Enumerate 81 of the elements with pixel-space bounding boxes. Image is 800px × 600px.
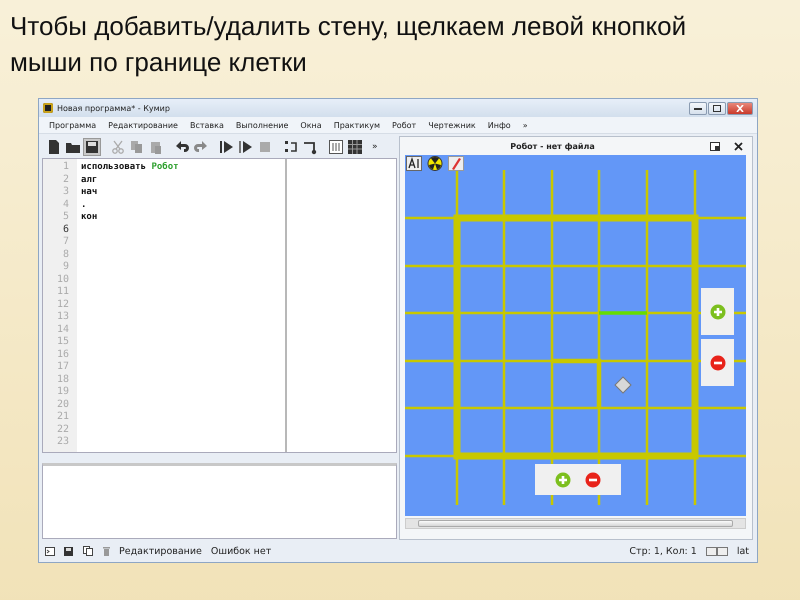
minus-icon xyxy=(710,354,726,370)
line-number: 10 xyxy=(56,274,70,286)
mode-status: Редактирование xyxy=(119,546,202,556)
close-button[interactable] xyxy=(727,102,753,114)
line-number: 13 xyxy=(56,311,70,324)
line-number: 14 xyxy=(56,324,70,336)
more-button[interactable]: » xyxy=(372,142,378,152)
step-icon[interactable] xyxy=(238,139,254,155)
line-number: 5 xyxy=(62,211,70,224)
menu-item[interactable]: Окна xyxy=(294,120,328,130)
keyboard-layout: lat xyxy=(736,546,749,556)
menu-item[interactable]: Выполнение xyxy=(230,120,294,130)
code-line: кон xyxy=(81,212,98,222)
copy-icon[interactable] xyxy=(83,546,94,556)
close-icon xyxy=(736,104,744,112)
minimize-button[interactable] xyxy=(689,102,707,114)
save-icon[interactable] xyxy=(84,139,100,155)
code-editor[interactable]: 1 2 3 4 5 6 7 8 9 10 11 12 13 14 15 16 17 18 19 20 21 22 23 использовать Робот алг нач . кон xyxy=(42,158,397,453)
menu-item[interactable]: Вставка xyxy=(184,120,230,130)
window-title: Новая программа* - Кумир xyxy=(57,104,171,112)
close-icon[interactable] xyxy=(734,142,743,150)
line-number: 15 xyxy=(56,336,70,348)
line-number: 3 xyxy=(62,186,70,198)
horizontal-scrollbar[interactable] xyxy=(405,518,746,529)
plus-icon xyxy=(555,472,571,488)
line-number: 17 xyxy=(56,361,70,374)
remove-row-button[interactable] xyxy=(585,472,601,488)
menu-item[interactable]: Практикум xyxy=(328,120,386,130)
keyboard-icon xyxy=(706,546,728,556)
line-number: 11 xyxy=(56,286,70,298)
line-number: 21 xyxy=(56,411,70,424)
menu-item[interactable]: » xyxy=(516,120,534,130)
menu-item[interactable]: Робот xyxy=(386,120,422,130)
pencil-icon[interactable] xyxy=(448,156,464,171)
radiation-icon[interactable] xyxy=(427,156,443,171)
terminal-icon[interactable] xyxy=(45,546,55,556)
line-number: 18 xyxy=(56,374,70,386)
line-number: 19 xyxy=(56,386,70,398)
code-line: алг xyxy=(81,174,98,184)
menu-item[interactable]: Программа xyxy=(43,120,102,130)
maximize-button[interactable] xyxy=(708,102,726,114)
errors-status: Ошибок нет xyxy=(210,546,272,556)
undo-icon[interactable] xyxy=(174,139,190,155)
line-number: 4 xyxy=(62,198,70,211)
line-number: 8 xyxy=(62,248,70,261)
step-into-icon[interactable] xyxy=(302,139,318,155)
play-icon[interactable] xyxy=(219,139,235,155)
robot-icon[interactable] xyxy=(614,376,632,394)
minimize-icon xyxy=(694,106,702,110)
menu-item[interactable]: Редактирование xyxy=(102,120,184,130)
new-file-icon[interactable] xyxy=(46,139,62,155)
maximize-icon xyxy=(713,104,721,112)
line-number: 23 xyxy=(56,436,70,448)
line-number: 16 xyxy=(56,348,70,361)
text-icon-button[interactable] xyxy=(406,156,422,171)
minus-icon xyxy=(585,472,601,488)
plus-icon xyxy=(710,304,726,320)
panel-title: Робот - нет файла xyxy=(509,142,596,150)
line-number: 20 xyxy=(56,398,70,411)
line-number: 6 xyxy=(62,224,70,236)
line-number: 22 xyxy=(56,424,70,436)
code-line: использовать Робот xyxy=(81,162,179,172)
slide-heading: Чтобы добавить/удалить стену, щелкаем левой кнопкой мыши по границе клетки xyxy=(10,10,688,79)
line-number: 2 xyxy=(62,174,70,186)
code-line: . xyxy=(81,200,86,210)
menu-item[interactable]: Инфо xyxy=(482,120,517,130)
save-icon[interactable] xyxy=(64,546,74,556)
step-over-icon[interactable] xyxy=(283,139,299,155)
line-number: 9 xyxy=(62,261,70,274)
line-number: 12 xyxy=(56,298,70,311)
remove-column-button[interactable] xyxy=(701,339,734,386)
undock-icon[interactable] xyxy=(710,142,720,150)
app-logo-icon xyxy=(43,103,53,113)
grid-icon[interactable] xyxy=(347,139,363,155)
menu-item[interactable]: Чертежник xyxy=(422,120,482,130)
scrollbar-thumb[interactable] xyxy=(418,520,733,527)
panel-icon[interactable] xyxy=(328,139,344,155)
code-line: нач xyxy=(81,187,98,197)
line-number: 1 xyxy=(62,161,70,174)
cursor-position: Стр: 1, Кол: 1 xyxy=(629,546,697,556)
line-number: 7 xyxy=(62,236,70,248)
